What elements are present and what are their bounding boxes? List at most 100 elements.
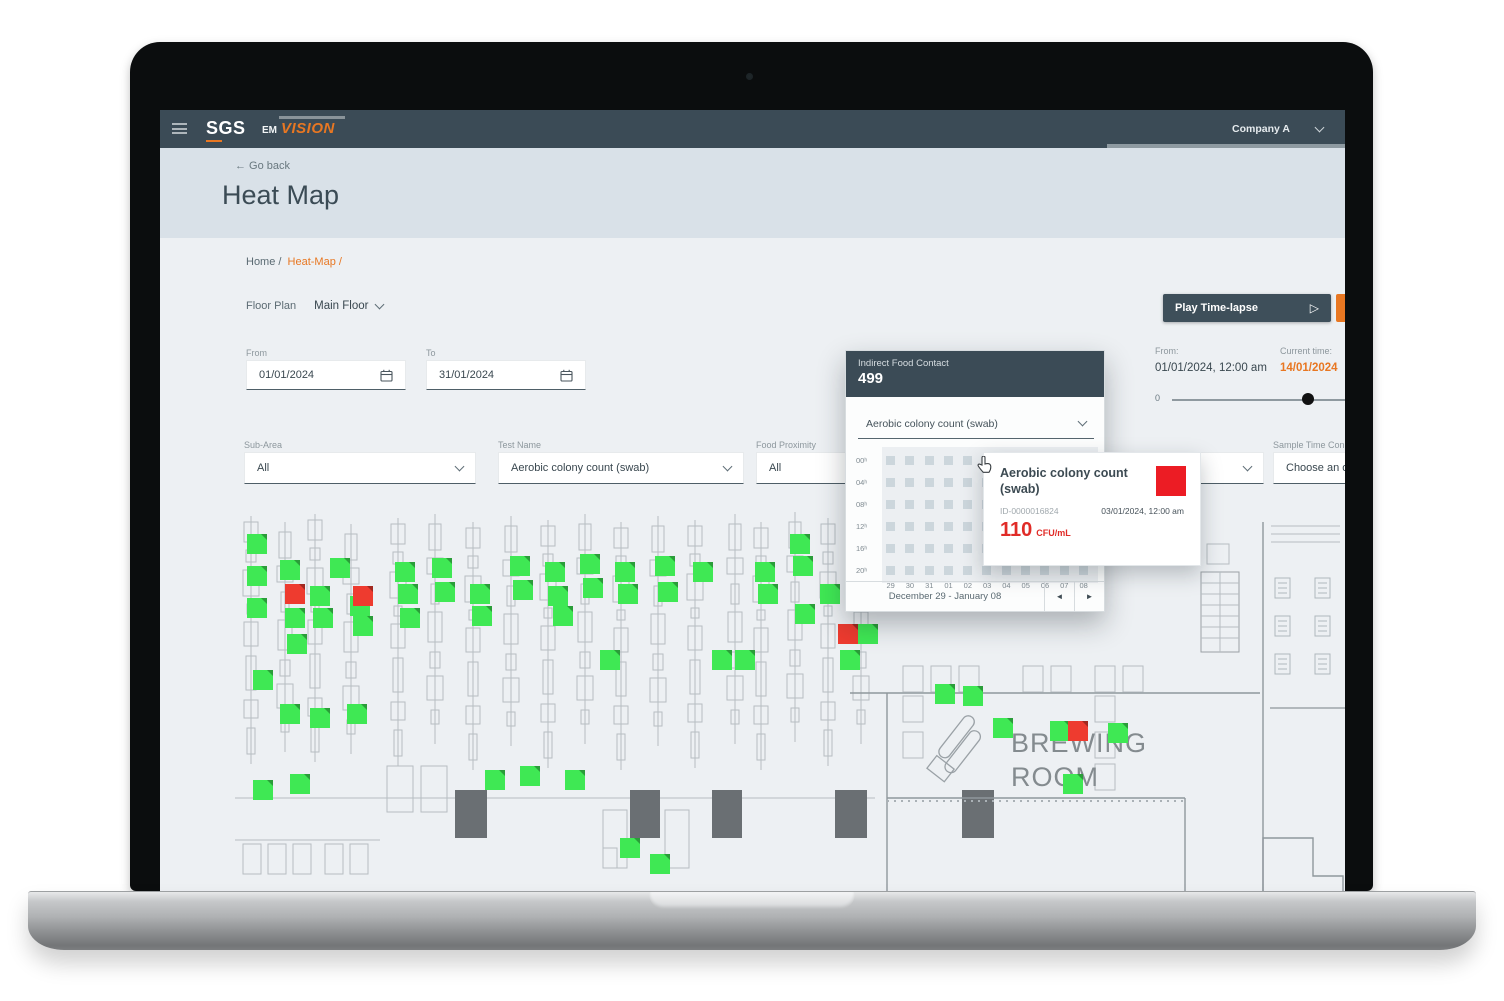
sample-point-marker[interactable] [435, 582, 455, 602]
sample-point-marker[interactable] [580, 554, 600, 574]
heatmap-cell[interactable] [944, 566, 953, 575]
sample-point-marker[interactable] [790, 534, 810, 554]
sample-point-marker[interactable] [658, 582, 678, 602]
heatmap-cell[interactable] [886, 522, 895, 531]
sample-point-marker[interactable] [820, 584, 840, 604]
heatmap-cell[interactable] [982, 566, 991, 575]
heatmap-cell[interactable] [963, 566, 972, 575]
sample-point-marker[interactable] [470, 584, 490, 604]
sample-point-marker[interactable] [1068, 721, 1088, 741]
heatmap-cell[interactable] [905, 478, 914, 487]
heatmap-cell[interactable] [963, 456, 972, 465]
calendar-icon[interactable] [380, 369, 393, 382]
sample-point-marker[interactable] [793, 556, 813, 576]
sample-point-marker[interactable] [693, 562, 713, 582]
hamburger-menu-icon[interactable] [172, 123, 187, 134]
heatmap-cell[interactable] [925, 544, 934, 553]
sample-point-marker[interactable] [993, 718, 1013, 738]
sample-point-marker[interactable] [253, 670, 273, 690]
sample-point-marker[interactable] [548, 586, 568, 606]
sample-point-marker[interactable] [432, 558, 452, 578]
sample-point-marker[interactable] [330, 558, 350, 578]
sample-point-marker[interactable] [600, 650, 620, 670]
calendar-icon[interactable] [560, 369, 573, 382]
sample-point-marker[interactable] [1063, 774, 1083, 794]
sample-point-marker[interactable] [620, 838, 640, 858]
heatmap-cell[interactable] [944, 522, 953, 531]
heatmap-cell[interactable] [925, 566, 934, 575]
sample-point-marker[interactable] [735, 650, 755, 670]
sample-point-marker[interactable] [838, 624, 858, 644]
heatmap-cell[interactable] [1021, 566, 1030, 575]
sample-point-marker[interactable] [285, 584, 305, 604]
sample-point-marker[interactable] [280, 704, 300, 724]
sample-point-marker[interactable] [247, 534, 267, 554]
sample-point-marker[interactable] [247, 566, 267, 586]
heatmap-cell[interactable] [944, 478, 953, 487]
sample-point-marker[interactable] [520, 766, 540, 786]
from-date-input[interactable]: 01/01/2024 [246, 360, 406, 390]
sample-point-marker[interactable] [553, 606, 573, 626]
heatmap-cell[interactable] [925, 522, 934, 531]
sample-point-marker[interactable] [472, 606, 492, 626]
to-date-input[interactable]: 31/01/2024 [426, 360, 586, 390]
sample-point-marker[interactable] [858, 624, 878, 644]
sample-point-marker[interactable] [615, 562, 635, 582]
sample-point-marker[interactable] [795, 604, 815, 624]
sample-point-marker[interactable] [247, 598, 267, 618]
heatmap-cell[interactable] [905, 500, 914, 509]
sample-point-marker[interactable] [287, 634, 307, 654]
heatmap-cell[interactable] [944, 500, 953, 509]
heatmap-cell[interactable] [886, 478, 895, 487]
sample-point-marker[interactable] [400, 608, 420, 628]
sample-point-marker[interactable] [935, 684, 955, 704]
sample-point-marker[interactable] [395, 562, 415, 582]
sample-point-marker[interactable] [285, 608, 305, 628]
sample-point-marker[interactable] [712, 650, 732, 670]
sample-point-marker[interactable] [310, 708, 330, 728]
company-selector[interactable]: Company A [1232, 110, 1323, 148]
sample-point-marker[interactable] [313, 608, 333, 628]
heatmap-cell[interactable] [925, 478, 934, 487]
heatmap-cell[interactable] [886, 566, 895, 575]
sample-point-marker[interactable] [1050, 721, 1070, 741]
heatmap-cell[interactable] [963, 544, 972, 553]
sample-point-marker[interactable] [650, 854, 670, 874]
sample-point-marker[interactable] [758, 584, 778, 604]
sample-point-marker[interactable] [280, 560, 300, 580]
heatmap-cell[interactable] [886, 544, 895, 553]
heatmap-cell[interactable] [925, 456, 934, 465]
sample-point-marker[interactable] [1108, 723, 1128, 743]
sample-point-marker[interactable] [510, 556, 530, 576]
floor-plan-select[interactable]: Main Floor [314, 300, 383, 312]
sample-point-marker[interactable] [353, 586, 373, 606]
heatmap-cell[interactable] [905, 456, 914, 465]
sample-point-marker[interactable] [310, 586, 330, 606]
heatmap-cell[interactable] [1002, 566, 1011, 575]
heatmap-cell[interactable] [1079, 566, 1088, 575]
breadcrumb-current[interactable]: Heat-Map / [288, 256, 342, 268]
sample-point-marker[interactable] [485, 770, 505, 790]
heatmap-cell[interactable] [1040, 566, 1049, 575]
sample-point-marker[interactable] [963, 686, 983, 706]
heatmap-cell[interactable] [905, 566, 914, 575]
heatmap-cell[interactable] [963, 478, 972, 487]
heatmap-cell[interactable] [905, 522, 914, 531]
heatmap-cell[interactable] [886, 500, 895, 509]
sample-point-marker[interactable] [655, 556, 675, 576]
sample-point-marker[interactable] [755, 562, 775, 582]
timelapse-slider-thumb[interactable] [1302, 393, 1314, 405]
heatmap-cell[interactable] [944, 456, 953, 465]
testname-select[interactable]: Aerobic colony count (swab) [498, 452, 744, 484]
sample-point-marker[interactable] [398, 584, 418, 604]
heatmap-cell[interactable] [944, 544, 953, 553]
sample-point-marker[interactable] [290, 774, 310, 794]
heatmap-cell[interactable] [963, 500, 972, 509]
heatmap-cell[interactable] [905, 544, 914, 553]
heatmap-cell[interactable] [1060, 566, 1069, 575]
popup-next-button[interactable]: ► [1074, 582, 1104, 611]
sample-point-marker[interactable] [253, 780, 273, 800]
sample-point-marker[interactable] [565, 770, 585, 790]
timelapse-slider-track[interactable] [1172, 399, 1345, 401]
play-timelapse-button[interactable]: Play Time-lapse ▷ [1163, 294, 1331, 322]
